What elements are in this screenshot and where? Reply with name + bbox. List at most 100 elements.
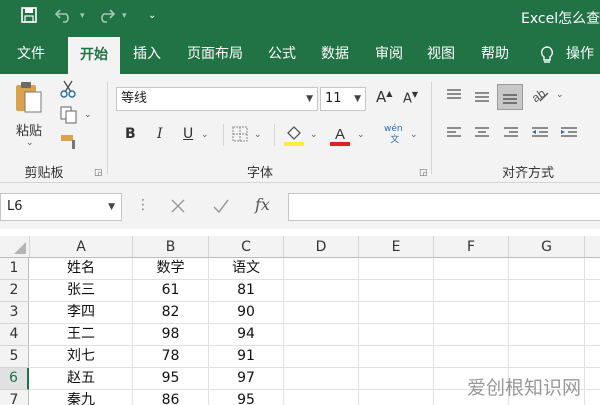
paste-dropdown-icon[interactable]: ⌄ xyxy=(26,138,34,148)
underline-dropdown-icon[interactable]: ⌄ xyxy=(201,130,209,140)
decrease-indent-icon[interactable] xyxy=(531,126,549,144)
table-cell[interactable]: 78 xyxy=(133,346,209,368)
align-bottom-icon[interactable] xyxy=(497,84,523,110)
table-cell[interactable]: 王二 xyxy=(30,324,133,346)
table-cell[interactable]: 86 xyxy=(133,390,209,405)
align-middle-icon[interactable] xyxy=(474,90,490,108)
table-cell[interactable]: 赵五 xyxy=(30,368,133,390)
borders-dropdown-icon[interactable]: ⌄ xyxy=(254,130,262,140)
table-cell[interactable] xyxy=(284,302,359,324)
table-cell[interactable]: 刘七 xyxy=(30,346,133,368)
table-cell[interactable] xyxy=(359,324,434,346)
tab-home[interactable]: 开始 xyxy=(68,36,120,75)
undo-dropdown-icon[interactable]: ▾ xyxy=(80,11,85,21)
table-cell[interactable] xyxy=(509,324,585,346)
table-cell[interactable] xyxy=(284,390,359,405)
redo-dropdown-icon[interactable]: ▾ xyxy=(122,11,127,21)
table-cell[interactable] xyxy=(359,302,434,324)
table-cell[interactable]: 90 xyxy=(209,302,284,324)
table-cell[interactable] xyxy=(359,390,434,405)
paste-icon[interactable] xyxy=(14,80,44,118)
tab-review[interactable]: 审阅 xyxy=(366,36,412,74)
name-box[interactable]: L6 ▼ xyxy=(0,193,122,221)
clipboard-launcher-icon[interactable]: ◲ xyxy=(94,168,103,178)
lightbulb-icon[interactable] xyxy=(536,36,558,74)
table-cell[interactable] xyxy=(284,258,359,280)
row-header[interactable]: 5 xyxy=(0,346,29,368)
font-color-icon[interactable]: A xyxy=(330,124,350,150)
font-launcher-icon[interactable]: ◲ xyxy=(419,168,428,178)
undo-icon[interactable] xyxy=(54,7,73,27)
underline-button[interactable]: U xyxy=(183,126,193,142)
tab-file[interactable]: 文件 xyxy=(6,36,56,74)
font-color-dropdown-icon[interactable]: ⌄ xyxy=(357,130,365,140)
orientation-dropdown-icon[interactable]: ⌄ xyxy=(556,90,564,100)
column-header[interactable]: E xyxy=(359,236,434,258)
table-cell[interactable]: 李四 xyxy=(30,302,133,324)
align-right-icon[interactable] xyxy=(503,126,519,144)
row-header[interactable]: 1 xyxy=(0,258,29,280)
table-cell[interactable] xyxy=(585,368,600,390)
column-header[interactable]: G xyxy=(509,236,585,258)
table-cell[interactable] xyxy=(434,258,509,280)
row-header[interactable]: 7 xyxy=(0,390,29,405)
row-header[interactable]: 4 xyxy=(0,324,29,346)
table-cell[interactable] xyxy=(509,302,585,324)
table-cell[interactable] xyxy=(585,302,600,324)
table-cell[interactable]: 61 xyxy=(133,280,209,302)
phonetic-dropdown-icon[interactable]: ⌄ xyxy=(410,130,418,140)
align-top-icon[interactable] xyxy=(446,88,462,106)
tab-tell-me[interactable]: 操作 xyxy=(566,36,600,74)
row-header[interactable]: 3 xyxy=(0,302,29,324)
tab-help[interactable]: 帮助 xyxy=(472,36,518,74)
tab-data[interactable]: 数据 xyxy=(312,36,358,74)
table-cell[interactable]: 秦九 xyxy=(30,390,133,405)
italic-button[interactable]: I xyxy=(157,126,163,142)
column-header[interactable]: A xyxy=(30,236,133,258)
table-cell[interactable] xyxy=(359,368,434,390)
save-icon[interactable] xyxy=(21,7,37,27)
column-header[interactable]: C xyxy=(209,236,284,258)
table-cell[interactable] xyxy=(359,346,434,368)
insert-function-icon[interactable]: fx xyxy=(255,195,270,214)
table-cell[interactable] xyxy=(284,368,359,390)
table-cell[interactable]: 姓名 xyxy=(30,258,133,280)
table-cell[interactable] xyxy=(585,324,600,346)
font-name-combo[interactable]: 等线 ▼ xyxy=(116,87,318,111)
formula-input[interactable] xyxy=(288,193,600,221)
table-cell[interactable] xyxy=(284,324,359,346)
table-cell[interactable] xyxy=(585,280,600,302)
align-center-icon[interactable] xyxy=(474,126,490,144)
redo-icon[interactable] xyxy=(97,7,116,27)
bold-button[interactable]: B xyxy=(125,126,136,142)
table-cell[interactable] xyxy=(585,346,600,368)
table-cell[interactable] xyxy=(359,280,434,302)
column-header[interactable] xyxy=(585,236,600,258)
select-all-corner[interactable] xyxy=(0,236,30,258)
table-cell[interactable] xyxy=(585,258,600,280)
enter-icon[interactable] xyxy=(212,198,230,218)
table-cell[interactable]: 95 xyxy=(209,390,284,405)
align-left-icon[interactable] xyxy=(446,126,462,144)
table-cell[interactable] xyxy=(509,280,585,302)
table-cell[interactable]: 82 xyxy=(133,302,209,324)
table-cell[interactable]: 81 xyxy=(209,280,284,302)
paste-label[interactable]: 粘贴 xyxy=(16,120,42,139)
row-header[interactable]: 2 xyxy=(0,280,29,302)
column-header[interactable]: B xyxy=(133,236,209,258)
table-cell[interactable]: 95 xyxy=(133,368,209,390)
increase-indent-icon[interactable] xyxy=(560,126,578,144)
table-cell[interactable] xyxy=(585,390,600,405)
cut-icon[interactable] xyxy=(60,80,76,102)
table-cell[interactable] xyxy=(434,280,509,302)
table-cell[interactable] xyxy=(284,280,359,302)
more-options-icon[interactable]: ⋮ xyxy=(136,197,150,213)
copy-icon[interactable] xyxy=(60,106,78,128)
tab-view[interactable]: 视图 xyxy=(418,36,464,74)
fill-color-icon[interactable] xyxy=(284,124,304,150)
format-painter-icon[interactable] xyxy=(60,132,78,154)
decrease-font-size-icon[interactable]: A▼ xyxy=(403,90,418,106)
table-cell[interactable]: 语文 xyxy=(209,258,284,280)
table-cell[interactable] xyxy=(509,346,585,368)
customize-toolbar-icon[interactable]: ⌄ xyxy=(148,10,156,21)
